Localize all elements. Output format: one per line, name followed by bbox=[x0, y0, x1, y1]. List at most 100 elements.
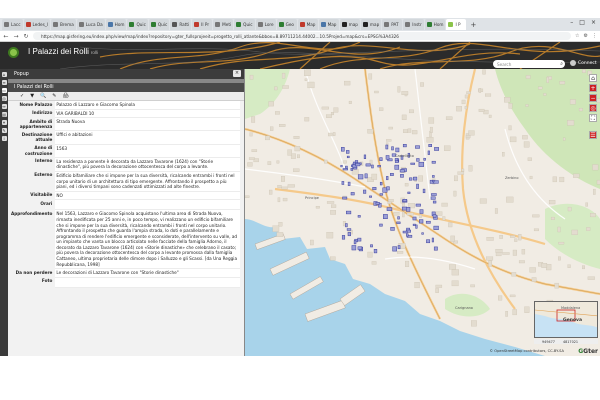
palazzo-feature[interactable] bbox=[425, 220, 431, 224]
palazzo-feature[interactable] bbox=[406, 233, 409, 237]
palazzo-feature[interactable] bbox=[394, 164, 400, 170]
palazzo-feature[interactable] bbox=[432, 179, 435, 183]
palazzo-feature[interactable] bbox=[345, 223, 348, 228]
zoom-to-icon[interactable]: 🔍 bbox=[40, 93, 46, 99]
palazzo-feature[interactable] bbox=[402, 199, 407, 202]
palazzo-feature[interactable] bbox=[397, 216, 400, 220]
palazzo-feature[interactable] bbox=[418, 161, 424, 167]
browser-tab[interactable]: Map bbox=[318, 19, 339, 30]
palazzo-feature[interactable] bbox=[413, 176, 418, 181]
reload-icon[interactable]: ↻ bbox=[23, 33, 29, 40]
palazzo-feature[interactable] bbox=[427, 150, 430, 155]
map-canvas[interactable]: Castelletto Zerbino Carignano Principe ⌂… bbox=[245, 69, 600, 356]
info-icon[interactable]: i bbox=[1, 136, 7, 141]
browser-tab[interactable]: map bbox=[339, 19, 360, 30]
palazzo-feature[interactable] bbox=[402, 230, 408, 234]
palazzo-feature[interactable] bbox=[373, 249, 378, 254]
palazzo-feature[interactable] bbox=[426, 239, 431, 244]
geolocate-button[interactable]: ◎ bbox=[589, 104, 597, 112]
fullscreen-button[interactable]: ⛶ bbox=[589, 114, 597, 122]
palazzo-feature[interactable] bbox=[419, 209, 424, 214]
palazzo-feature[interactable] bbox=[407, 191, 411, 194]
palazzo-feature[interactable] bbox=[415, 224, 418, 229]
browser-tab[interactable]: Ratti bbox=[170, 19, 192, 30]
palazzo-feature[interactable] bbox=[433, 246, 438, 251]
minimize-icon[interactable]: – bbox=[570, 19, 573, 26]
palazzo-feature[interactable] bbox=[341, 235, 346, 240]
palazzo-feature[interactable] bbox=[395, 147, 400, 153]
palazzo-feature[interactable] bbox=[383, 214, 388, 219]
palazzo-feature[interactable] bbox=[428, 144, 432, 147]
palazzo-feature[interactable] bbox=[347, 181, 351, 186]
palazzo-feature[interactable] bbox=[340, 165, 343, 168]
palazzo-feature[interactable] bbox=[355, 163, 361, 167]
palazzo-feature[interactable] bbox=[342, 196, 348, 200]
palazzo-feature[interactable] bbox=[379, 223, 383, 227]
palazzo-feature[interactable] bbox=[347, 232, 351, 237]
palazzo-feature[interactable] bbox=[386, 186, 390, 191]
palazzo-feature[interactable] bbox=[351, 245, 357, 251]
palazzo-feature[interactable] bbox=[386, 176, 389, 181]
palazzo-feature[interactable] bbox=[370, 244, 373, 248]
locate-icon[interactable]: ◎ bbox=[1, 96, 7, 101]
palazzo-feature[interactable] bbox=[352, 161, 356, 166]
browser-tab[interactable]: Instr bbox=[403, 19, 424, 30]
palazzo-feature[interactable] bbox=[419, 219, 424, 224]
palazzo-feature[interactable] bbox=[412, 223, 416, 226]
palazzo-feature[interactable] bbox=[353, 166, 358, 170]
draw-icon[interactable]: ✎ bbox=[1, 128, 7, 133]
palazzo-feature[interactable] bbox=[346, 228, 352, 231]
close-window-icon[interactable]: × bbox=[591, 19, 596, 26]
palazzo-feature[interactable] bbox=[386, 207, 393, 211]
palazzo-feature[interactable] bbox=[415, 145, 420, 149]
palazzo-feature[interactable] bbox=[434, 147, 439, 151]
print-feature-icon[interactable]: 🖨 bbox=[63, 93, 69, 99]
palazzo-feature[interactable] bbox=[363, 189, 367, 194]
palazzo-feature[interactable] bbox=[410, 162, 415, 165]
legend-button[interactable]: ☰ bbox=[589, 131, 597, 139]
palazzo-feature[interactable] bbox=[350, 192, 355, 196]
palazzo-feature[interactable] bbox=[379, 157, 383, 161]
palazzo-feature[interactable] bbox=[432, 175, 435, 178]
maximize-icon[interactable]: □ bbox=[579, 19, 585, 26]
permalink-icon[interactable]: ⚭ bbox=[1, 120, 7, 125]
palazzo-feature[interactable] bbox=[432, 214, 437, 218]
palazzo-feature[interactable] bbox=[375, 202, 380, 205]
palazzo-feature[interactable] bbox=[396, 221, 401, 224]
palazzo-feature[interactable] bbox=[357, 237, 362, 242]
browser-tab[interactable]: Quic bbox=[148, 19, 170, 30]
palazzo-feature[interactable] bbox=[364, 173, 368, 179]
palazzo-feature[interactable] bbox=[421, 232, 424, 235]
palazzo-feature[interactable] bbox=[357, 215, 361, 218]
map-home-button[interactable]: ⌂ bbox=[589, 74, 597, 82]
palazzo-feature[interactable] bbox=[390, 173, 394, 176]
palazzo-feature[interactable] bbox=[372, 187, 377, 191]
palazzo-feature[interactable] bbox=[430, 196, 436, 200]
palazzo-feature[interactable] bbox=[353, 240, 357, 245]
palazzo-feature[interactable] bbox=[416, 183, 419, 189]
extensions-icon[interactable]: ⚙ bbox=[584, 33, 588, 39]
browser-tab[interactable]: Hom bbox=[424, 19, 446, 30]
palazzo-feature[interactable] bbox=[399, 169, 405, 173]
palazzo-feature[interactable] bbox=[431, 237, 434, 243]
browser-tab[interactable]: Il Pr bbox=[192, 19, 213, 30]
palazzo-feature[interactable] bbox=[363, 154, 367, 159]
browser-tab[interactable]: Lore bbox=[255, 19, 276, 30]
zoom-in-button[interactable]: + bbox=[589, 84, 597, 92]
palazzo-feature[interactable] bbox=[371, 164, 374, 169]
browser-tab[interactable]: PAT bbox=[382, 19, 403, 30]
palazzo-feature[interactable] bbox=[379, 193, 384, 196]
back-icon[interactable]: ← bbox=[3, 33, 9, 40]
palazzo-feature[interactable] bbox=[345, 165, 348, 169]
palazzo-feature[interactable] bbox=[412, 216, 417, 221]
palazzo-feature[interactable] bbox=[385, 144, 389, 150]
layers-icon[interactable]: ≡ bbox=[1, 80, 7, 85]
palazzo-feature[interactable] bbox=[342, 168, 348, 171]
bookmark-star-icon[interactable]: ☆ bbox=[575, 33, 579, 39]
search-icon[interactable]: ⌕ bbox=[560, 61, 563, 67]
palazzo-feature[interactable] bbox=[390, 227, 395, 231]
browser-tab[interactable]: Geo bbox=[276, 19, 297, 30]
browser-tab[interactable]: Ledes_l bbox=[23, 19, 51, 30]
palazzo-feature[interactable] bbox=[422, 188, 426, 194]
forward-icon[interactable]: → bbox=[13, 33, 19, 40]
